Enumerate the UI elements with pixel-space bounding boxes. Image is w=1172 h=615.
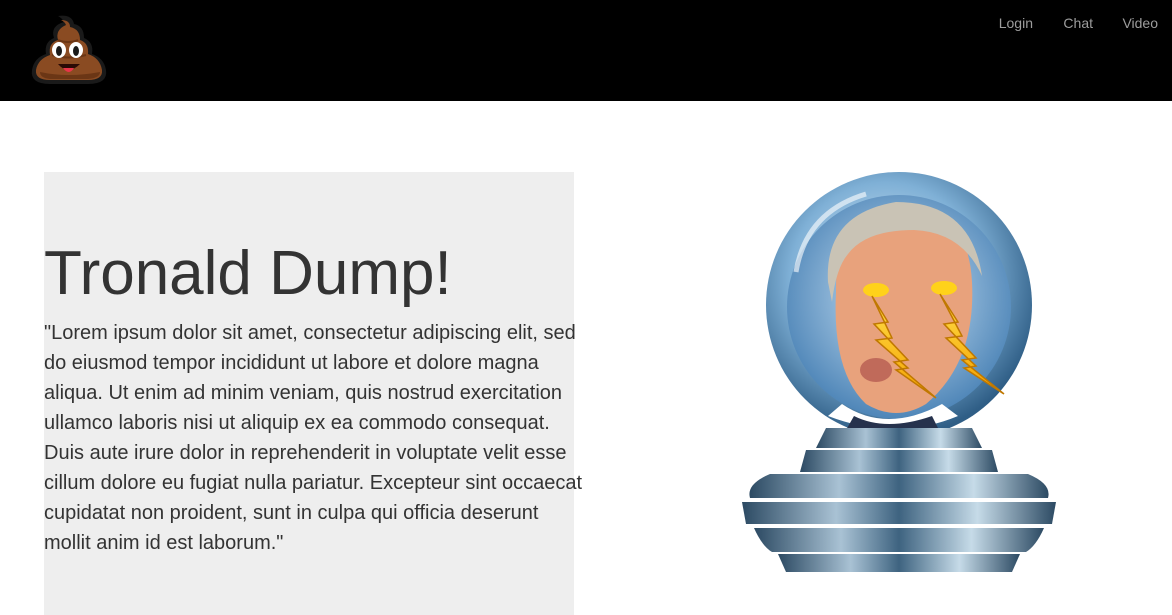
hero-paragraph: "Lorem ipsum dolor sit amet, consectetur… [44,322,583,554]
page-title: Tronald Dump! [44,239,452,308]
nav-video-link[interactable]: Video [1122,15,1158,31]
hero-content: Tronald Dump! "Lorem ipsum dolor sit ame… [44,0,604,615]
crystal-ball-image [736,172,1062,574]
nav-chat-link[interactable]: Chat [1063,15,1093,31]
nav-login-link[interactable]: Login [999,15,1033,31]
